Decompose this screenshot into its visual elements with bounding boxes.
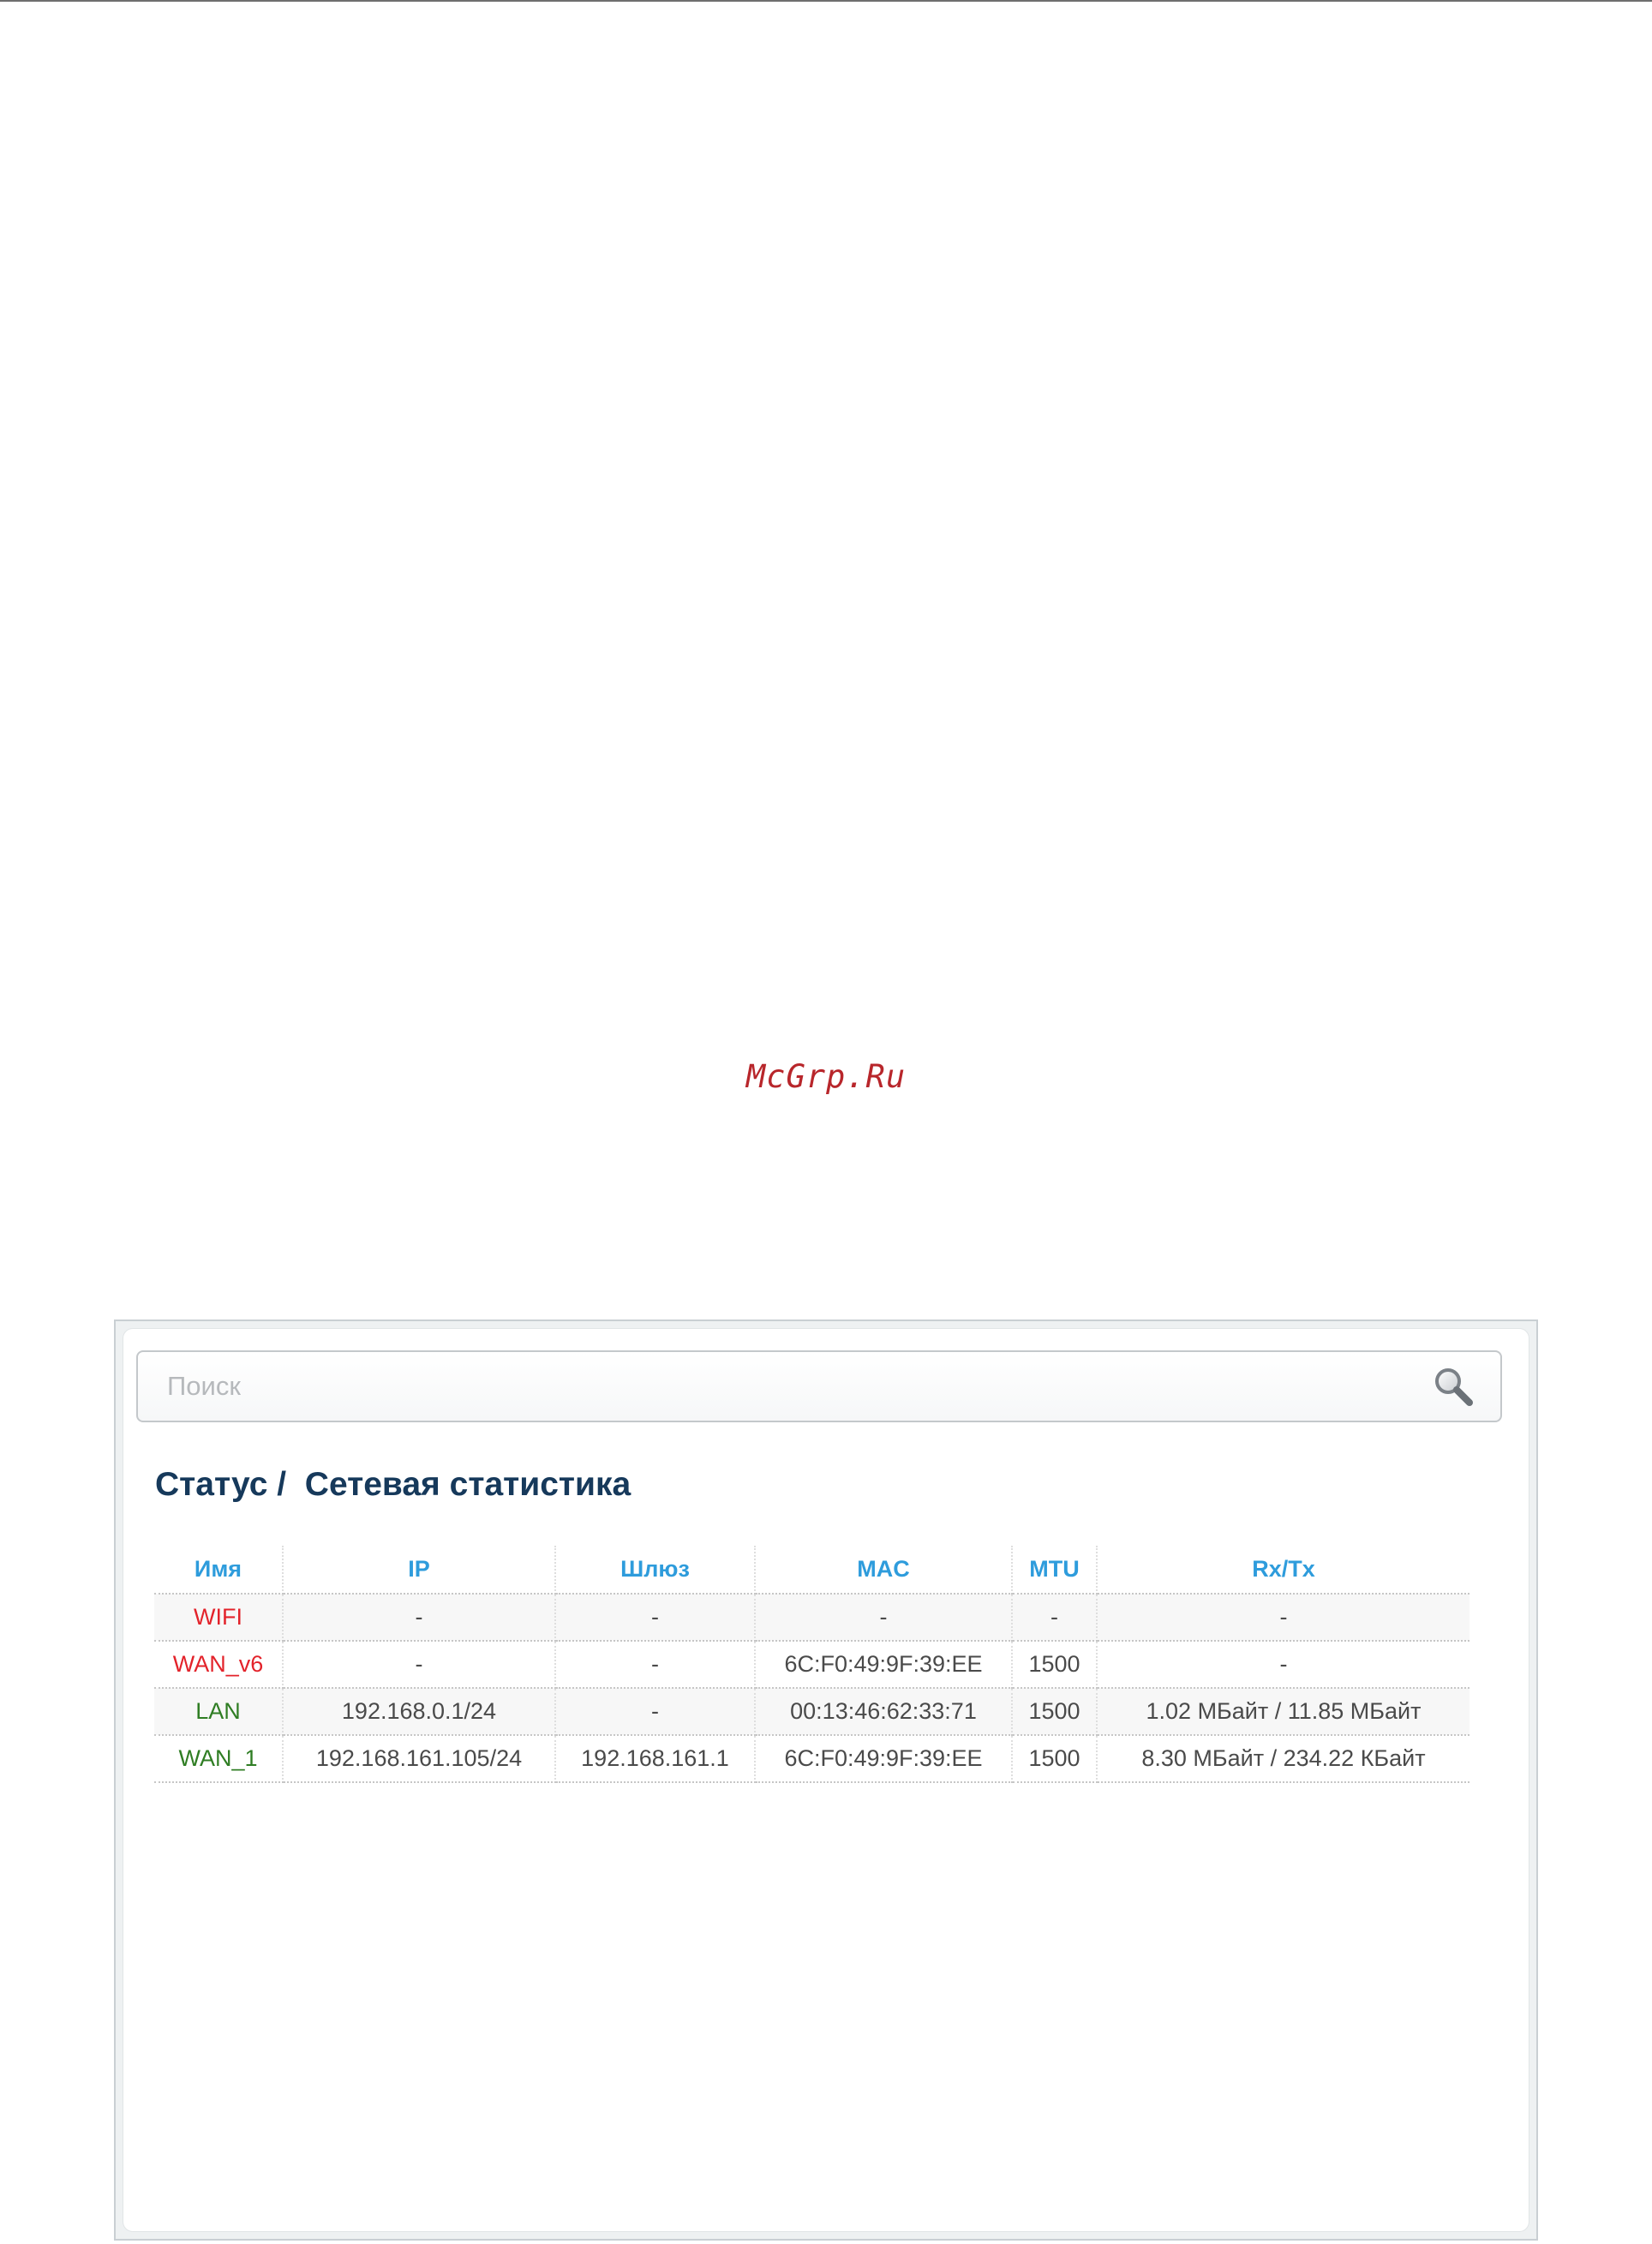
network-stats-table: Имя IP Шлюз MAC MTU Rx/Tx WIFI - - - - - bbox=[154, 1546, 1469, 1783]
interface-mtu: 1500 bbox=[1012, 1641, 1098, 1689]
table-row[interactable]: WAN_v6 - - 6C:F0:49:9F:39:EE 1500 - bbox=[154, 1641, 1469, 1689]
interface-mac: 00:13:46:62:33:71 bbox=[755, 1688, 1013, 1736]
interface-mac: 6C:F0:49:9F:39:EE bbox=[755, 1735, 1013, 1783]
column-header-name[interactable]: Имя bbox=[154, 1546, 284, 1595]
interface-ip: 192.168.0.1/24 bbox=[283, 1688, 556, 1736]
column-header-gateway[interactable]: Шлюз bbox=[555, 1546, 756, 1595]
screenshot-frame: Статус / Сетевая статистика Имя IP Шлюз … bbox=[114, 1319, 1538, 2241]
interface-mac: - bbox=[755, 1594, 1013, 1642]
watermark: McGrp.Ru bbox=[745, 1058, 907, 1095]
interface-mtu: 1500 bbox=[1012, 1735, 1098, 1783]
interface-gateway: 192.168.161.1 bbox=[555, 1735, 756, 1783]
interface-name: LAN bbox=[154, 1688, 284, 1736]
interface-gateway: - bbox=[555, 1594, 756, 1642]
column-header-rxtx[interactable]: Rx/Tx bbox=[1097, 1546, 1469, 1595]
interface-name: WAN_1 bbox=[154, 1735, 284, 1783]
column-header-mac[interactable]: MAC bbox=[755, 1546, 1013, 1595]
interface-mac: 6C:F0:49:9F:39:EE bbox=[755, 1641, 1013, 1689]
table-header-row: Имя IP Шлюз MAC MTU Rx/Tx bbox=[154, 1546, 1469, 1595]
interface-rxtx: 1.02 МБайт / 11.85 МБайт bbox=[1097, 1688, 1469, 1736]
interface-name: WIFI bbox=[154, 1594, 284, 1642]
search-input[interactable] bbox=[167, 1352, 1401, 1421]
search-icon[interactable] bbox=[1432, 1365, 1475, 1408]
content-panel: Статус / Сетевая статистика Имя IP Шлюз … bbox=[123, 1328, 1529, 2232]
interface-name: WAN_v6 bbox=[154, 1641, 284, 1689]
search-bar[interactable] bbox=[136, 1350, 1502, 1422]
table-row[interactable]: LAN 192.168.0.1/24 - 00:13:46:62:33:71 1… bbox=[154, 1688, 1469, 1736]
column-header-mtu[interactable]: MTU bbox=[1012, 1546, 1098, 1595]
interface-mtu: 1500 bbox=[1012, 1688, 1098, 1736]
interface-rxtx: - bbox=[1097, 1641, 1469, 1689]
interface-ip: - bbox=[283, 1641, 556, 1689]
interface-mtu: - bbox=[1012, 1594, 1098, 1642]
page-title: Статус / Сетевая статистика bbox=[155, 1466, 631, 1503]
interface-rxtx: - bbox=[1097, 1594, 1469, 1642]
top-rule bbox=[0, 0, 1652, 2]
interface-rxtx: 8.30 МБайт / 234.22 КБайт bbox=[1097, 1735, 1469, 1783]
interface-ip: 192.168.161.105/24 bbox=[283, 1735, 556, 1783]
table-row[interactable]: WAN_1 192.168.161.105/24 192.168.161.1 6… bbox=[154, 1735, 1469, 1783]
column-header-ip[interactable]: IP bbox=[283, 1546, 556, 1595]
table-row[interactable]: WIFI - - - - - bbox=[154, 1594, 1469, 1642]
interface-gateway: - bbox=[555, 1688, 756, 1736]
interface-gateway: - bbox=[555, 1641, 756, 1689]
interface-ip: - bbox=[283, 1594, 556, 1642]
